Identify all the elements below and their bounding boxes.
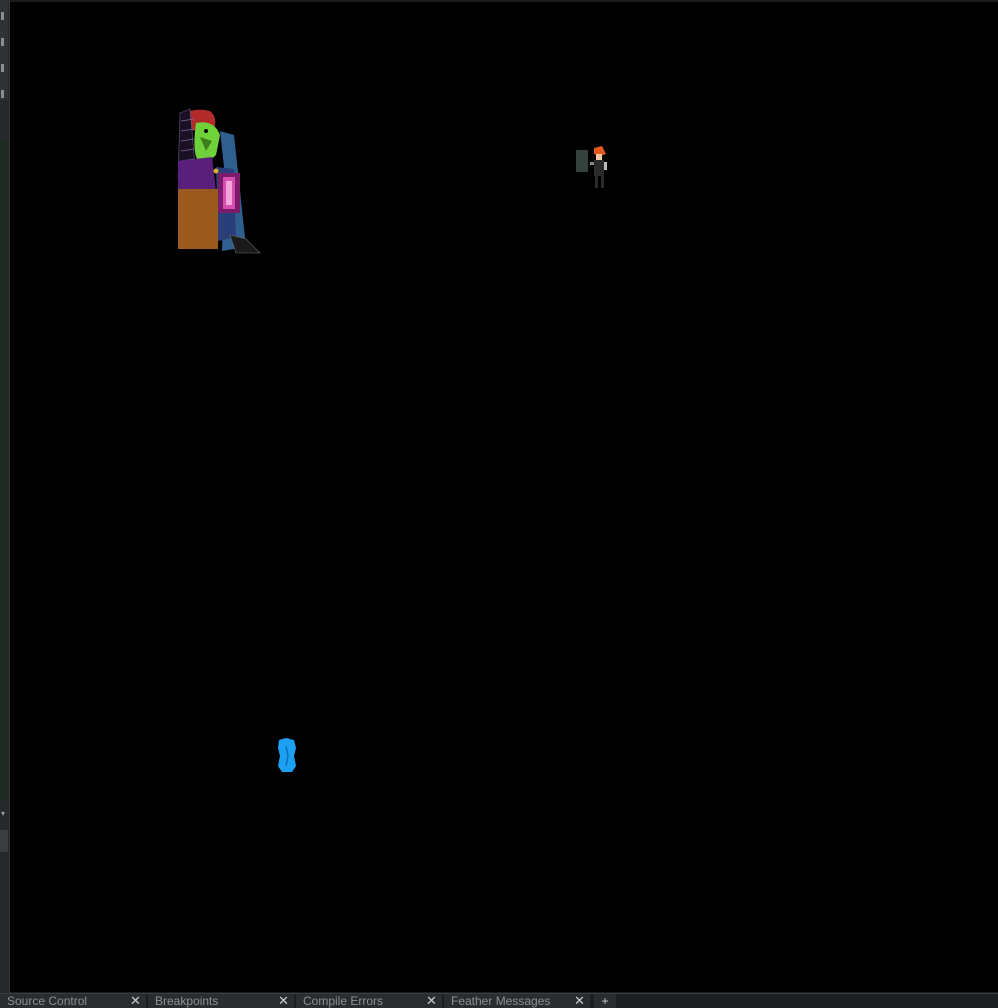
- left-panel-edge[interactable]: ▾: [0, 0, 10, 993]
- tab-label: Compile Errors: [303, 994, 384, 1008]
- ide-window: ▾ Source Control ✕ Breakpoints ✕ Compile…: [0, 0, 998, 1008]
- tab-feather-messages[interactable]: Feather Messages ✕: [444, 994, 592, 1008]
- panel-mark: [1, 38, 4, 46]
- tab-breakpoints[interactable]: Breakpoints ✕: [148, 994, 296, 1008]
- blue-object-sprite[interactable]: [276, 738, 298, 774]
- panel-mark: [1, 90, 4, 98]
- close-icon[interactable]: ✕: [130, 994, 141, 1008]
- tab-label: Breakpoints: [155, 994, 219, 1008]
- panel-content: [0, 140, 8, 800]
- tab-label: Feather Messages: [451, 994, 551, 1008]
- output-tab-strip: Source Control ✕ Breakpoints ✕ Compile E…: [0, 993, 998, 1008]
- tab-label: Source Control: [7, 994, 88, 1008]
- panel-mark: [1, 64, 4, 72]
- tab-compile-errors[interactable]: Compile Errors ✕: [296, 994, 444, 1008]
- close-icon[interactable]: ✕: [574, 994, 585, 1008]
- add-tab-button[interactable]: +: [594, 994, 616, 1008]
- panel-mark: [1, 12, 4, 20]
- close-icon[interactable]: ✕: [426, 994, 437, 1008]
- panel-handle[interactable]: [0, 830, 8, 852]
- close-icon[interactable]: ✕: [278, 994, 289, 1008]
- scroll-down-arrow-icon[interactable]: ▾: [1, 810, 5, 818]
- game-room-view[interactable]: [10, 2, 998, 992]
- monster-character-sprite[interactable]: [176, 107, 272, 257]
- small-character-sprite[interactable]: [576, 146, 610, 190]
- tab-source-control[interactable]: Source Control ✕: [0, 994, 148, 1008]
